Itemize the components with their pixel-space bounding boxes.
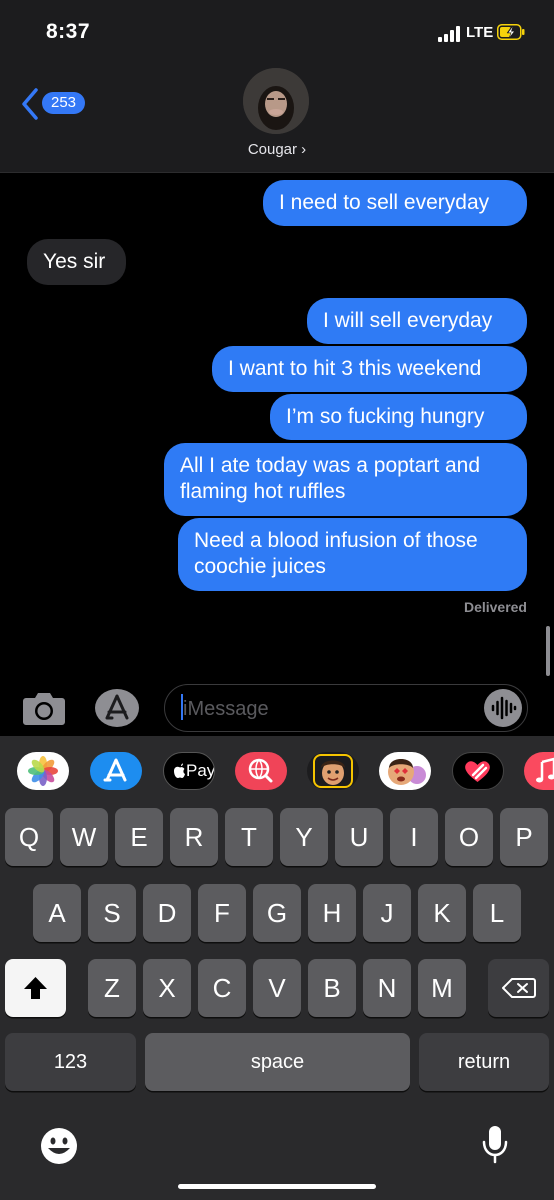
message-bubble-outgoing[interactable]: I’m so fucking hungry (270, 394, 527, 440)
delivered-status: Delivered (463, 599, 527, 615)
key-o[interactable]: O (445, 808, 493, 866)
camera-icon[interactable] (22, 690, 66, 726)
network-type: LTE (466, 24, 494, 41)
key-p[interactable]: P (500, 808, 548, 866)
message-bubble-outgoing[interactable]: I need to sell everyday (263, 180, 527, 226)
apple-pay-icon (174, 763, 185, 778)
scroll-indicator[interactable] (546, 626, 550, 676)
memoji-button[interactable] (307, 752, 359, 790)
key-r[interactable]: R (170, 808, 218, 866)
apple-pay-button[interactable]: Pay (163, 752, 215, 790)
waveform-icon (491, 696, 517, 720)
message-bubble-outgoing[interactable]: All I ate today was a poptart and flamin… (164, 443, 527, 516)
key-l[interactable]: L (473, 884, 521, 942)
key-u[interactable]: U (335, 808, 383, 866)
key-y[interactable]: Y (280, 808, 328, 866)
key-z[interactable]: Z (88, 959, 136, 1017)
audio-message-button[interactable] (484, 689, 522, 727)
key-v[interactable]: V (253, 959, 301, 1017)
key-d[interactable]: D (143, 884, 191, 942)
avatar-photo-icon (243, 68, 309, 134)
memoji-stickers-icon (388, 759, 426, 785)
key-h[interactable]: H (308, 884, 356, 942)
key-c[interactable]: C (198, 959, 246, 1017)
app-store-icon (103, 758, 127, 782)
apple-pay-label: Pay (186, 761, 215, 780)
music-icon (536, 757, 554, 783)
music-button[interactable] (524, 752, 554, 790)
numbers-key[interactable]: 123 (5, 1033, 136, 1091)
key-j[interactable]: J (363, 884, 411, 942)
message-text-field[interactable] (181, 695, 485, 723)
key-e[interactable]: E (115, 808, 163, 866)
key-t[interactable]: T (225, 808, 273, 866)
memoji-stickers-button[interactable] (379, 752, 431, 790)
key-a[interactable]: A (33, 884, 81, 942)
chevron-left-icon (22, 88, 38, 120)
key-n[interactable]: N (363, 959, 411, 1017)
text-cursor (181, 694, 183, 720)
message-bubble-outgoing[interactable]: Need a blood infusion of those coochie j… (178, 518, 527, 591)
unread-count-badge[interactable]: 253 (42, 92, 85, 114)
status-time: 8:37 (46, 20, 91, 43)
key-g[interactable]: G (253, 884, 301, 942)
emoji-icon[interactable] (39, 1126, 79, 1166)
key-f[interactable]: F (198, 884, 246, 942)
message-bubble-outgoing[interactable]: I want to hit 3 this weekend (212, 346, 527, 392)
signal-icon (438, 26, 460, 42)
backspace-icon (502, 978, 536, 998)
digital-touch-icon (465, 761, 490, 782)
key-x[interactable]: X (143, 959, 191, 1017)
message-bubble-outgoing[interactable]: I will sell everyday (307, 298, 527, 344)
web-search-button[interactable] (235, 752, 287, 790)
key-i[interactable]: I (390, 808, 438, 866)
microphone-icon[interactable] (481, 1124, 509, 1166)
key-s[interactable]: S (88, 884, 136, 942)
key-m[interactable]: M (418, 959, 466, 1017)
shift-key[interactable] (5, 959, 66, 1017)
memoji-icon (313, 754, 353, 788)
key-b[interactable]: B (308, 959, 356, 1017)
return-key[interactable]: return (419, 1033, 549, 1091)
space-key[interactable]: space (145, 1033, 410, 1091)
imessage-input[interactable] (164, 684, 528, 732)
key-q[interactable]: Q (5, 808, 53, 866)
photos-app-button[interactable] (17, 752, 69, 790)
shift-arrow-icon (24, 977, 47, 999)
photos-icon (28, 756, 58, 786)
key-k[interactable]: K (418, 884, 466, 942)
app-store-drawer-icon[interactable] (94, 688, 140, 728)
delete-key[interactable] (488, 959, 549, 1017)
home-indicator[interactable] (178, 1184, 376, 1189)
digital-touch-button[interactable] (452, 752, 504, 790)
web-search-icon (248, 758, 273, 783)
battery-charging-icon (497, 24, 525, 40)
app-store-button[interactable] (90, 752, 142, 790)
contact-avatar[interactable] (243, 68, 309, 134)
key-w[interactable]: W (60, 808, 108, 866)
message-bubble-incoming[interactable]: Yes sir (27, 239, 126, 285)
contact-name[interactable]: Cougar › (227, 141, 327, 158)
